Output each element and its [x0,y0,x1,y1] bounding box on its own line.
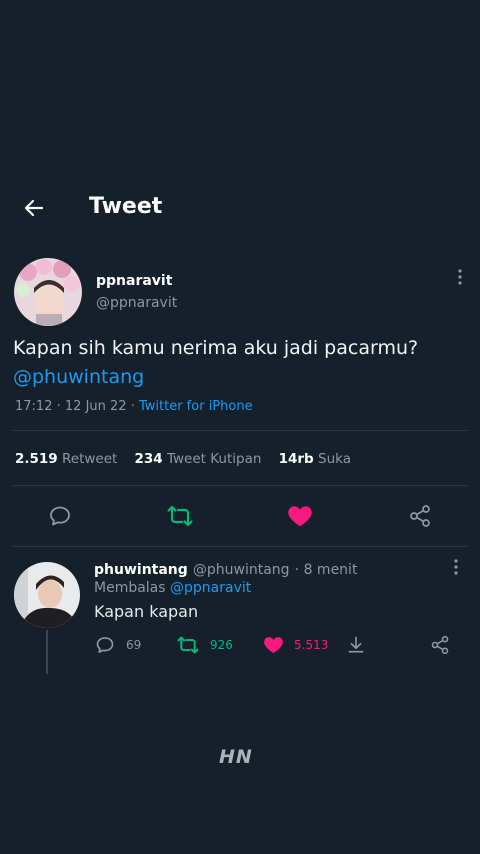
tweet-body: Kapan sih kamu nerima aku jadi pacarmu? [13,337,419,359]
reply-handle[interactable]: @phuwintang [193,562,290,578]
divider [13,485,467,486]
meta-separator: · [56,399,61,414]
more-options-icon[interactable] [457,268,463,286]
quotes-stat[interactable]: 234 Tweet Kutipan [135,451,262,467]
reply-time: · 8 menit [294,562,358,578]
retweet-count: 926 [210,638,233,652]
like-heart-icon[interactable] [263,635,284,654]
tweet-time: 17:12 [15,399,53,414]
meta-separator: · [130,399,135,414]
replying-to-link[interactable]: @ppnaravit [170,580,251,596]
reply-icon[interactable] [95,635,115,655]
author-handle[interactable]: @ppnaravit [96,295,177,311]
author-display-name[interactable]: ppnaravit [96,273,172,289]
like-count: 5.513 [294,638,329,652]
back-arrow-icon[interactable] [22,196,46,220]
page-title: Tweet [89,194,163,219]
avatar[interactable] [14,258,82,326]
tweet-date: 12 Jun 22 [64,399,127,414]
like-heart-icon[interactable] [287,503,313,528]
replying-label: Membalas [94,580,166,596]
reply-text: Kapan kapan [94,602,199,621]
tweet-source-link[interactable]: Twitter for iPhone [139,399,253,414]
retweets-stat[interactable]: 2.519 Retweet [15,451,117,467]
retweet-icon[interactable] [167,504,193,528]
reply-more-options-icon[interactable] [453,558,459,576]
divider [13,430,467,431]
reply-icon[interactable] [48,504,72,528]
divider [13,546,467,547]
reply-avatar[interactable] [14,562,80,628]
reply-display-name[interactable]: phuwintang [94,562,188,578]
likes-stat[interactable]: 14rb Suka [279,451,351,467]
tweet-meta: 17:12 · 12 Jun 22 · Twitter for iPhone [15,399,253,414]
replying-to: Membalas @ppnaravit [94,580,251,596]
share-icon[interactable] [430,635,450,655]
tweet-text: Kapan sih kamu nerima aku jadi pacarmu? … [13,334,468,392]
reply-header: phuwintang @phuwintang · 8 menit [94,559,357,578]
thread-line [46,630,48,674]
retweet-icon[interactable] [177,635,199,655]
reply-count: 69 [126,638,142,652]
share-icon[interactable] [408,504,432,528]
mention-link[interactable]: @phuwintang [13,366,144,388]
tweet-stats: 2.519 Retweet 234 Tweet Kutipan 14rb Suk… [15,451,351,467]
download-icon[interactable] [346,635,366,655]
watermark: HN [219,746,253,768]
